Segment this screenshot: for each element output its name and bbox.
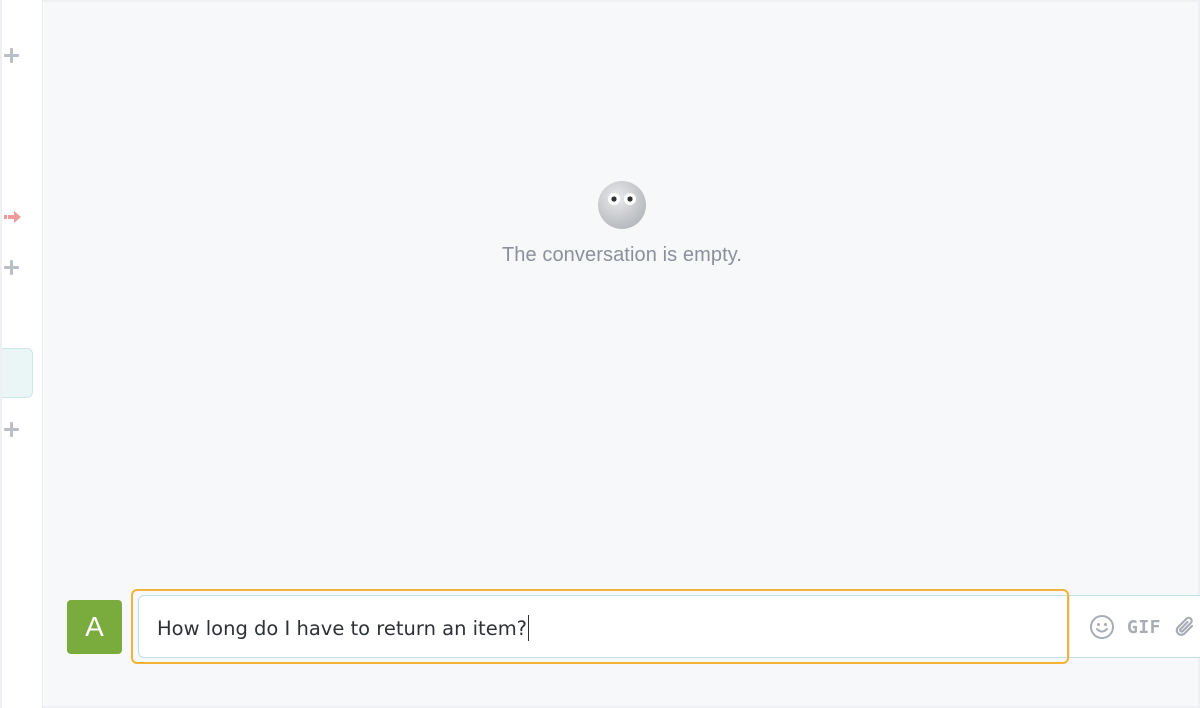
attach-button[interactable] xyxy=(1172,613,1200,641)
emoji-button[interactable] xyxy=(1089,613,1115,641)
plus-icon[interactable] xyxy=(4,421,20,437)
plus-icon[interactable] xyxy=(4,47,20,63)
avatar-initial: A xyxy=(85,611,104,642)
message-input-value[interactable]: How long do I have to return an item? xyxy=(157,617,527,640)
message-input[interactable]: How long do I have to return an item? xyxy=(157,612,1037,644)
rail-selected-item[interactable] xyxy=(2,348,33,398)
left-rail xyxy=(0,0,43,708)
arrow-right-icon[interactable] xyxy=(4,209,22,225)
text-caret xyxy=(528,615,530,641)
empty-state: The conversation is empty. xyxy=(44,180,1200,267)
avatar: A xyxy=(67,600,122,654)
gif-label: GIF xyxy=(1127,616,1162,638)
paperclip-icon xyxy=(1175,616,1194,636)
toolbar-divider xyxy=(1069,596,1070,657)
smiley-icon xyxy=(1090,615,1114,639)
gif-button[interactable]: GIF xyxy=(1127,613,1161,641)
plus-icon[interactable] xyxy=(4,259,20,275)
eyes-face-icon xyxy=(597,180,647,230)
empty-state-message: The conversation is empty. xyxy=(501,244,743,266)
